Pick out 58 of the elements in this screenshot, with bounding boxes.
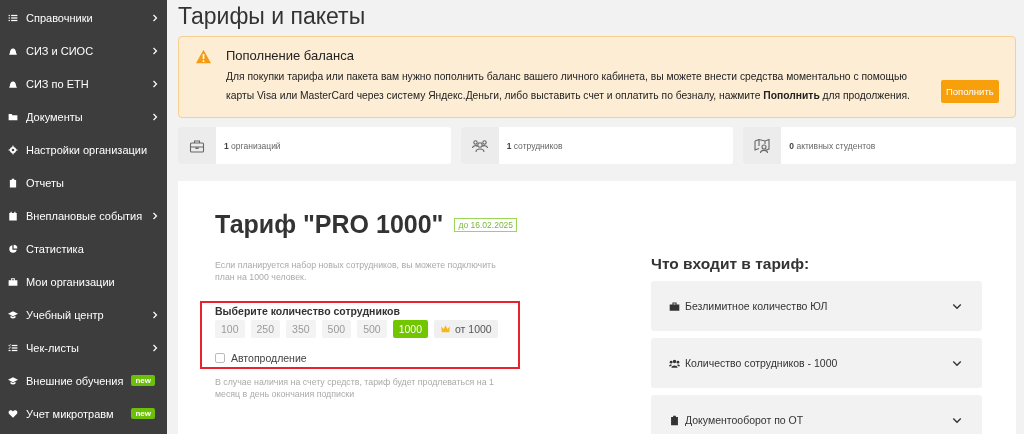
sidebar-item[interactable]: Чек-листы — [0, 331, 167, 364]
graduation-cap-icon — [8, 375, 18, 386]
validity-badge: до 16.02.2025 — [454, 217, 518, 232]
tariff-title: Тариф "PRO 1000" — [215, 210, 444, 239]
sidebar-item[interactable]: СИЗ и СИОС — [0, 34, 167, 67]
new-badge: new — [131, 375, 155, 386]
sidebar-item[interactable]: Отчеты — [0, 166, 167, 199]
sidebar-item[interactable]: Документы — [0, 100, 167, 133]
chevron-right-icon — [151, 211, 159, 220]
chevron-right-icon — [151, 46, 159, 55]
new-badge: new — [131, 408, 155, 419]
stat-text: 1 организаций — [224, 140, 281, 151]
clipboard-icon — [8, 177, 18, 188]
stat-text: 1 сотрудников — [506, 140, 563, 151]
briefcase-icon — [8, 276, 18, 287]
book-person-icon — [754, 137, 771, 154]
sidebar-item[interactable]: Статистика — [0, 232, 167, 265]
stat-text: 0 активных студентов — [789, 140, 876, 151]
page-title: Тарифы и пакеты — [178, 3, 367, 30]
crown-icon — [440, 324, 451, 334]
graduation-cap-icon — [8, 309, 18, 320]
checklist-icon — [8, 342, 18, 353]
people-icon — [669, 357, 680, 369]
accordion-item[interactable]: Безлимитное количество ЮЛ — [651, 281, 982, 331]
chevron-right-icon — [151, 310, 159, 319]
pie-chart-icon — [8, 243, 18, 254]
chevron-right-icon — [151, 13, 159, 22]
alert-text: Для покупки тарифа или пакета вам нужно пополнить баланс вашего личного кабинета, вы можете внести средства моментально с помощью карты Visa или MasterCard через систему Яндекс.Деньги, либо выставить счет и оплатить по безналу, нажмите Пополнить для продолжения. — [226, 70, 911, 103]
renewal-note: В случае наличия на счету средств, тариф будет продлеваться на 1 месяц в день окончания подписки — [215, 376, 495, 400]
autorenew-label: Автопродление — [231, 352, 307, 364]
briefcase-icon — [189, 137, 205, 154]
selector-label: Выберите количество сотрудников — [215, 305, 401, 317]
sidebar-item[interactable]: Внешние обучения new — [0, 364, 167, 397]
sidebar-item[interactable]: СИЗ по ЕТН — [0, 67, 167, 100]
briefcase-icon — [669, 300, 680, 312]
alert-title: Пополнение баланса — [226, 48, 355, 63]
sidebar-item[interactable]: Учет микротравм new — [0, 397, 167, 430]
chevron-right-icon — [151, 112, 159, 121]
sidebar-item[interactable]: Справочники — [0, 1, 167, 34]
chevron-right-icon — [151, 343, 159, 352]
chevron-right-icon — [151, 79, 159, 88]
tariff-description: Если планируется набор новых сотрудников, вы можете подключить план на 1000 человек. — [215, 259, 497, 283]
calendar-icon — [8, 210, 18, 221]
premium-option[interactable]: от 1000 — [434, 320, 498, 338]
sidebar-item[interactable]: Настройки организации — [0, 133, 167, 166]
list-icon — [8, 12, 18, 23]
warning-icon — [195, 49, 212, 64]
clipboard-icon — [669, 414, 680, 426]
sidebar-item[interactable]: Мои организации — [0, 265, 167, 298]
people-icon — [471, 137, 488, 154]
accordion-item[interactable]: Количество сотрудников - 1000 — [651, 338, 982, 388]
includes-title: Что входит в тариф: — [651, 255, 811, 273]
autorenew-checkbox[interactable] — [215, 353, 225, 363]
sidebar-item[interactable]: Внеплановые события — [0, 199, 167, 232]
accordion-item[interactable]: Документооборот по ОТ — [651, 395, 982, 434]
heart-icon — [8, 408, 18, 419]
folder-icon — [8, 111, 18, 122]
sidebar-item[interactable]: Учебный центр — [0, 298, 167, 331]
